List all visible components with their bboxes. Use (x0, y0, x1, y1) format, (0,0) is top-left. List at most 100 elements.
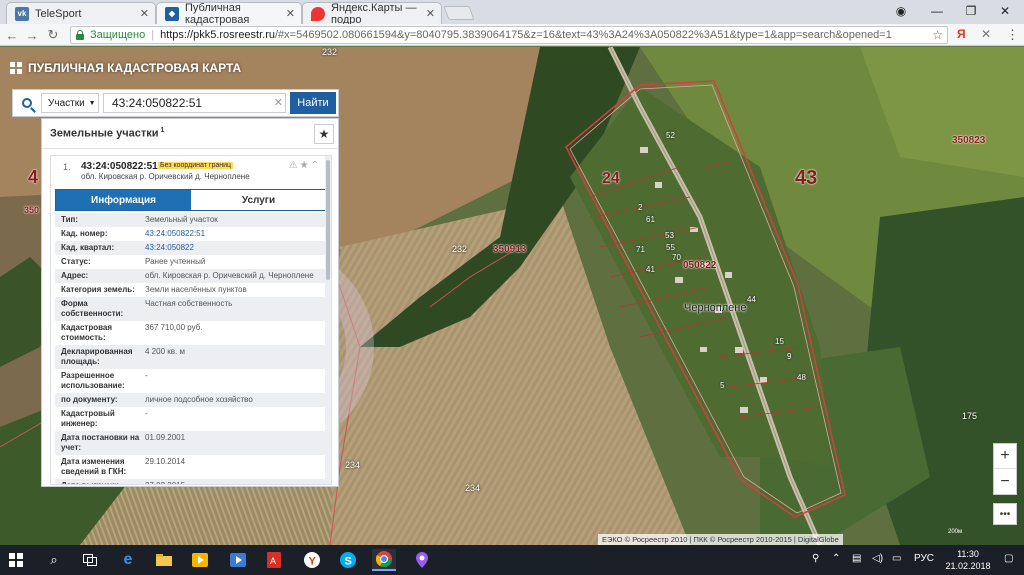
more-options-button[interactable]: ••• (993, 503, 1017, 525)
search-input[interactable] (103, 93, 286, 113)
file-explorer-icon[interactable] (152, 549, 176, 571)
chrome-icon[interactable] (372, 549, 396, 571)
extension-close-icon[interactable]: ✕ (981, 27, 991, 41)
tab-telesport[interactable]: vk TeleSport ✕ (6, 2, 156, 24)
portal-title: ПУБЛИЧНАЯ КАДАСТРОВАЯ КАРТА (10, 61, 241, 75)
restore-button[interactable]: ❐ (956, 2, 986, 20)
browser-menu-icon[interactable]: ⋮ (1006, 27, 1019, 43)
back-icon[interactable]: ← (4, 27, 20, 43)
edge-icon[interactable]: e (116, 549, 140, 571)
zoom-in-button[interactable]: + (994, 444, 1016, 469)
search-icon[interactable]: ⌕ (42, 549, 66, 571)
attribute-value: - (145, 409, 148, 418)
plot-number: 55 (666, 243, 675, 252)
profile-icon[interactable]: ◉ (886, 2, 916, 20)
attribute-key: Категория земель: (61, 285, 135, 294)
card-actions[interactable]: ⚠★⌃ (289, 160, 321, 171)
skype-icon[interactable]: S (336, 549, 360, 571)
search-button[interactable]: Найти (290, 92, 336, 114)
yandex-extension-icon[interactable]: Я (957, 27, 971, 43)
pdf-reader-icon[interactable]: A (262, 549, 286, 571)
tab-yandex-maps[interactable]: Яндекс.Карты — подро ✕ (302, 1, 442, 26)
favorite-star-icon[interactable]: ★ (314, 124, 334, 144)
attribute-row: Кад. квартал: 43:24:050822 (55, 241, 327, 255)
plot-number: 70 (672, 253, 681, 262)
attribute-key: Тип: (61, 215, 78, 224)
attribute-key: Кад. номер: (61, 229, 108, 238)
scrollbar-thumb[interactable] (326, 160, 330, 280)
attribute-value: 29.10.2014 (145, 457, 186, 466)
volume-icon[interactable]: ◁) (872, 553, 883, 564)
media-player-icon[interactable] (188, 549, 212, 571)
plot-number: 15 (775, 337, 784, 346)
maps-pin-icon[interactable] (410, 549, 434, 571)
bookmark-star-icon[interactable]: ☆ (932, 28, 943, 42)
card-tabs: Информация Услуги (55, 189, 327, 211)
result-card[interactable]: 1. 43:24:050822:51 Без координат границ … (50, 155, 332, 485)
close-tab-icon[interactable]: ✕ (286, 7, 295, 20)
new-tab-button[interactable] (443, 6, 475, 20)
minimize-button[interactable]: — (922, 2, 952, 20)
attribute-row: Статус: Ранее учтенный (55, 255, 327, 269)
tab-cadastral-map[interactable]: ◆ Публичная кадастровая ✕ (156, 2, 302, 26)
clock[interactable]: 11:30 21.02.2018 (941, 548, 995, 572)
lock-icon (75, 30, 85, 40)
result-count: 1 (160, 127, 165, 134)
video-app-icon[interactable] (226, 549, 250, 571)
attribute-row: по документу: личное подсобное хозяйство (55, 393, 327, 407)
zoom-out-button[interactable]: − (994, 469, 1016, 494)
attribute-key: Кад. квартал: (61, 243, 115, 252)
windows-start-icon[interactable] (4, 549, 28, 571)
tray-chevron-icon[interactable]: ⌃ (832, 553, 840, 564)
search-icon[interactable] (13, 90, 41, 116)
search-type-label: Участки (48, 97, 85, 109)
map-label: 234 (345, 460, 361, 470)
map-attribution: ЕЭКО © Росреестр 2010 | ПКК © Росреестр … (598, 534, 843, 545)
panel-scrollbar[interactable] (325, 156, 331, 484)
reload-icon[interactable]: ↻ (45, 27, 61, 43)
divider: | (151, 29, 155, 41)
language-indicator[interactable]: РУС (914, 553, 934, 564)
attribute-link[interactable]: 43:24:050822:51 (145, 229, 327, 239)
panel-title-text: Земельные участки (50, 127, 159, 140)
attribute-value: 01.09.2001 (145, 433, 186, 442)
attribute-value: 367 710,00 руб. (145, 323, 203, 332)
portal-title-text: ПУБЛИЧНАЯ КАДАСТРОВАЯ КАРТА (28, 61, 242, 75)
search-type-select[interactable]: Участки ▼ (41, 93, 99, 113)
notifications-icon[interactable]: ▢ (1004, 553, 1013, 564)
forward-icon[interactable]: → (24, 27, 40, 43)
cadastral-district: 4 (28, 167, 39, 187)
yandex-browser-icon[interactable]: Y (300, 549, 324, 571)
clear-icon[interactable]: ✕ (274, 96, 283, 109)
close-window-button[interactable]: ✕ (990, 2, 1020, 20)
plot-number: 44 (747, 295, 756, 304)
tab-label: TeleSport (35, 7, 82, 20)
secure-label: Защищено (90, 29, 146, 41)
task-view-icon[interactable] (78, 549, 102, 571)
network-icon[interactable]: ▤ (852, 553, 861, 564)
url-field[interactable]: Защищено | https://pkk5.rosreestr.ru /#x… (70, 26, 948, 44)
tab-services[interactable]: Услуги (191, 190, 326, 210)
tab-information[interactable]: Информация (56, 190, 191, 210)
close-tab-icon[interactable]: ✕ (426, 7, 435, 20)
cadastral-district: 43 (795, 167, 818, 189)
battery-icon[interactable]: ▭ (892, 553, 901, 564)
map-pin-icon (311, 6, 325, 21)
svg-text:Y: Y (309, 556, 317, 568)
search-bar: Участки ▼ ✕ Найти (12, 89, 339, 117)
attribute-row: Декларированная площадь: 4 200 кв. м (55, 345, 327, 369)
attribute-value: Земельный участок (145, 215, 218, 224)
close-tab-icon[interactable]: ✕ (140, 7, 149, 20)
browser-tabstrip: vk TeleSport ✕ ◆ Публичная кадастровая ✕… (0, 0, 1024, 26)
tab-label: Яндекс.Карты — подро (331, 1, 417, 26)
result-cad-number[interactable]: 43:24:050822:51 (81, 161, 158, 172)
attribute-value: - (145, 371, 148, 380)
village-name: Черноплене (684, 302, 747, 314)
status-badge: Без координат границ (158, 162, 234, 169)
cadastral-district: 24 (602, 170, 620, 187)
cadastral-number: 350823 (952, 135, 986, 146)
plot-number: 48 (797, 373, 806, 382)
attribute-link[interactable]: 43:24:050822 (145, 243, 327, 253)
plot-number: 53 (665, 231, 674, 240)
people-icon[interactable]: ⚲ (812, 553, 819, 564)
